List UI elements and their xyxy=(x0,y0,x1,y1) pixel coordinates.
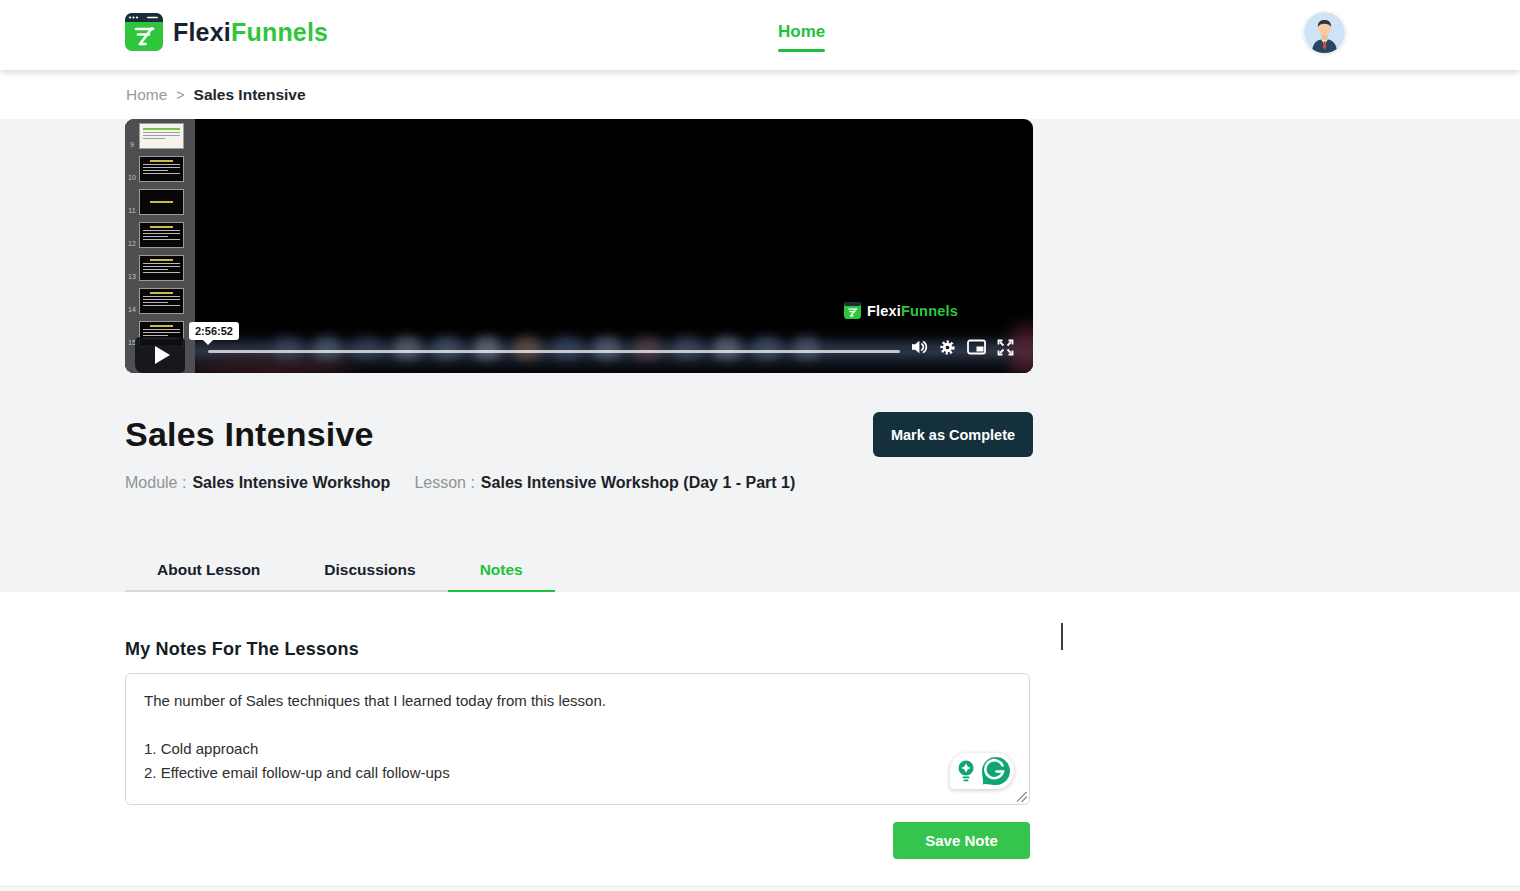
slide-image xyxy=(139,255,184,281)
video-time-tooltip: 2:56:52 xyxy=(189,322,239,340)
flexifunnels-icon xyxy=(125,13,163,51)
notes-heading: My Notes For The Lessons xyxy=(125,639,1033,660)
breadcrumb: Home > Sales Intensive xyxy=(0,70,1520,119)
slide-thumbnail[interactable]: 13 xyxy=(125,255,195,281)
tab-label: Discussions xyxy=(324,561,415,579)
tab-label: Notes xyxy=(480,561,523,579)
module-info: Module :Sales Intensive Workshop xyxy=(125,474,390,492)
slide-thumbnail[interactable]: 12 xyxy=(125,222,195,248)
slide-number: 14 xyxy=(125,306,139,314)
tab-notes[interactable]: Notes xyxy=(448,550,555,592)
text-caret xyxy=(1061,623,1063,650)
textarea-resize-handle[interactable] xyxy=(1017,792,1027,802)
nav-home-underline xyxy=(778,49,825,52)
breadcrumb-home[interactable]: Home xyxy=(126,86,167,104)
slide-image xyxy=(139,189,184,215)
tab-discussions[interactable]: Discussions xyxy=(292,550,447,592)
slide-number: 12 xyxy=(125,240,139,248)
page-title: Sales Intensive xyxy=(125,415,374,454)
footer-divider xyxy=(0,886,1520,891)
grammarly-g-icon xyxy=(981,756,1011,786)
notes-section: My Notes For The Lessons The number of S… xyxy=(0,592,1520,891)
tabs: About Lesson Discussions Notes xyxy=(125,550,555,592)
lesson-info: Lesson :Sales Intensive Workshop (Day 1 … xyxy=(414,474,795,492)
play-icon xyxy=(155,346,170,364)
note-textarea[interactable]: The number of Sales techniques that I le… xyxy=(125,673,1030,805)
flexifunnels-watermark-icon xyxy=(844,302,861,319)
avatar-icon xyxy=(1304,12,1345,53)
brand-name: FlexiFunnels xyxy=(173,18,328,47)
grammarly-widget[interactable] xyxy=(950,753,1014,789)
slide-thumbnail[interactable]: 9 xyxy=(125,123,195,149)
nav-home[interactable]: Home xyxy=(778,22,825,52)
pip-icon[interactable] xyxy=(967,339,986,355)
video-player[interactable]: 9101112131415 FlexiFunnels 2:56:52 xyxy=(125,119,1033,373)
slide-image xyxy=(139,123,184,149)
slide-image xyxy=(139,156,184,182)
slide-image xyxy=(139,288,184,314)
slide-number: 10 xyxy=(125,174,139,182)
breadcrumb-current: Sales Intensive xyxy=(194,86,306,104)
video-watermark: FlexiFunnels xyxy=(844,302,958,319)
slide-thumbnail[interactable]: 14 xyxy=(125,288,195,314)
breadcrumb-separator: > xyxy=(176,87,184,103)
play-button[interactable] xyxy=(135,337,185,373)
volume-icon[interactable] xyxy=(910,338,928,356)
brand-logo[interactable]: FlexiFunnels xyxy=(125,13,328,51)
slide-thumbnail[interactable]: 10 xyxy=(125,156,195,182)
tab-label: About Lesson xyxy=(157,561,260,579)
fullscreen-icon[interactable] xyxy=(997,339,1014,356)
video-slide-list[interactable]: 9101112131415 xyxy=(125,119,195,373)
slide-number: 13 xyxy=(125,273,139,281)
mark-as-complete-button[interactable]: Mark as Complete xyxy=(873,412,1033,457)
save-note-button[interactable]: Save Note xyxy=(893,822,1030,859)
user-avatar[interactable] xyxy=(1304,12,1345,53)
settings-icon[interactable] xyxy=(939,339,956,356)
slide-thumbnail[interactable]: 11 xyxy=(125,189,195,215)
slide-number: 9 xyxy=(125,141,139,149)
app-header: FlexiFunnels Home xyxy=(0,0,1520,70)
slide-image xyxy=(139,222,184,248)
slide-number: 11 xyxy=(125,207,139,215)
tab-about-lesson[interactable]: About Lesson xyxy=(125,550,292,592)
video-progress-bar[interactable] xyxy=(208,350,900,353)
grammarly-suggestion-icon xyxy=(953,756,979,786)
lesson-main: 9101112131415 FlexiFunnels 2:56:52 xyxy=(0,119,1520,592)
